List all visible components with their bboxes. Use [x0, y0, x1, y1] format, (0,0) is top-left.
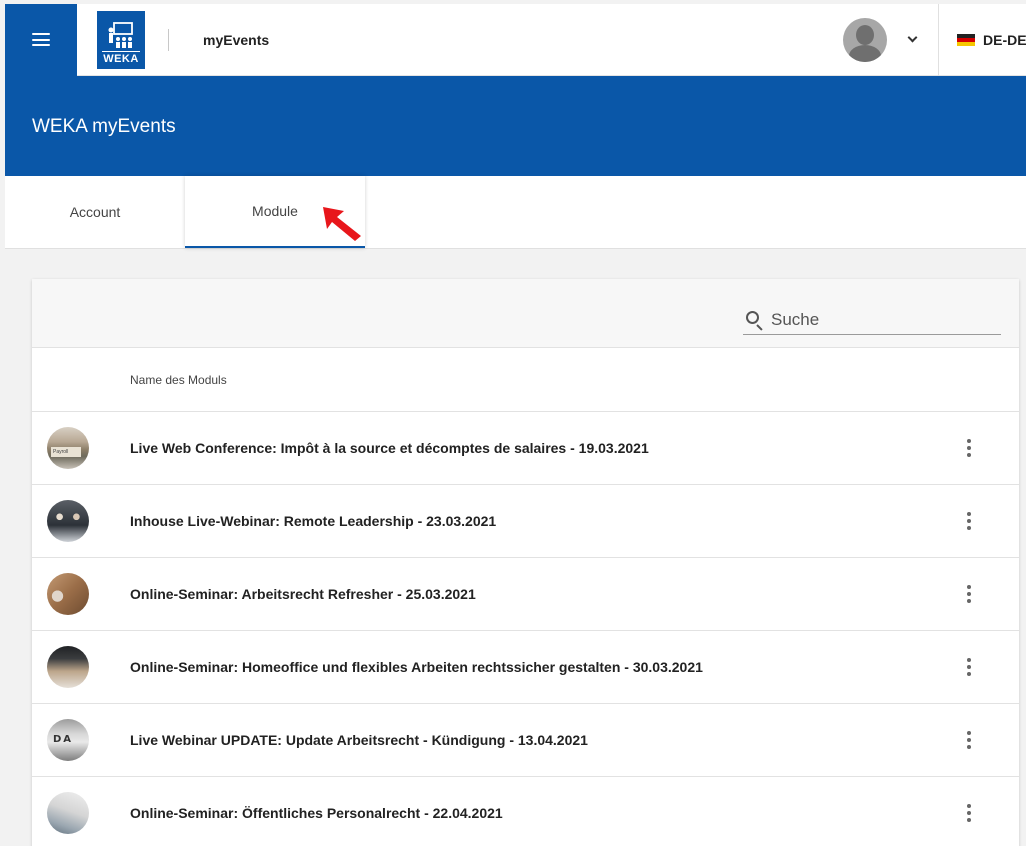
- module-title[interactable]: Live Web Conference: Impôt à la source e…: [130, 440, 649, 456]
- more-options-icon[interactable]: [963, 655, 975, 679]
- logo-text: WEKA: [102, 50, 140, 65]
- search-icon: [745, 310, 765, 331]
- module-thumbnail: [47, 792, 89, 834]
- module-thumbnail: [47, 646, 89, 688]
- tab-account[interactable]: Account: [5, 176, 185, 248]
- module-thumbnail: Payroll: [47, 427, 89, 469]
- chevron-down-icon[interactable]: [907, 32, 918, 43]
- table-row[interactable]: Online-Seminar: Arbeitsrecht Refresher -…: [32, 558, 1019, 631]
- table-row[interactable]: Inhouse Live-Webinar: Remote Leadership …: [32, 485, 1019, 558]
- thumbnail-caption: DA: [53, 734, 74, 745]
- page-banner: WEKA myEvents: [5, 76, 1026, 176]
- german-flag-icon: [957, 33, 975, 46]
- module-thumbnail: DA: [47, 719, 89, 761]
- more-options-icon[interactable]: [963, 801, 975, 825]
- thumbnail-caption: Payroll: [51, 447, 81, 457]
- module-thumbnail: [47, 573, 89, 615]
- more-options-icon[interactable]: [963, 436, 975, 460]
- table-row[interactable]: Online-Seminar: Öffentliches Personalrec…: [32, 777, 1019, 846]
- menu-icon: [32, 33, 50, 46]
- presentation-icon: [108, 21, 133, 48]
- language-label: DE-DE: [983, 31, 1026, 48]
- more-options-icon[interactable]: [963, 728, 975, 752]
- search-field[interactable]: [743, 305, 1001, 335]
- pointer-arrow-icon: [323, 207, 361, 241]
- module-thumbnail: [47, 500, 89, 542]
- more-options-icon[interactable]: [963, 582, 975, 606]
- card-toolbar: [32, 279, 1019, 348]
- modules-card: Name des Moduls Payroll Live Web Confere…: [32, 279, 1019, 846]
- column-header-module-name[interactable]: Name des Moduls: [32, 348, 1019, 412]
- module-title[interactable]: Online-Seminar: Homeoffice und flexibles…: [130, 659, 703, 675]
- search-input[interactable]: [771, 309, 991, 330]
- header-divider-right: [938, 3, 939, 76]
- page-title: WEKA myEvents: [32, 116, 176, 137]
- module-title[interactable]: Online-Seminar: Öffentliches Personalrec…: [130, 805, 503, 821]
- hamburger-menu-button[interactable]: [5, 3, 77, 76]
- language-selector[interactable]: DE-DE: [957, 32, 1026, 48]
- user-avatar[interactable]: [843, 17, 887, 62]
- more-options-icon[interactable]: [963, 509, 975, 533]
- table-row[interactable]: Online-Seminar: Homeoffice und flexibles…: [32, 631, 1019, 704]
- module-title[interactable]: Online-Seminar: Arbeitsrecht Refresher -…: [130, 586, 476, 602]
- table-row[interactable]: Payroll Live Web Conference: Impôt à la …: [32, 412, 1019, 485]
- table-row[interactable]: DA Live Webinar UPDATE: Update Arbeitsre…: [32, 704, 1019, 777]
- tab-bar: Account Module: [5, 176, 1026, 249]
- app-name: myEvents: [203, 31, 270, 48]
- weka-logo[interactable]: WEKA: [97, 10, 145, 69]
- module-title[interactable]: Inhouse Live-Webinar: Remote Leadership …: [130, 513, 496, 529]
- top-bar: WEKA myEvents DE-DE: [5, 3, 1026, 76]
- module-title[interactable]: Live Webinar UPDATE: Update Arbeitsrecht…: [130, 732, 588, 748]
- header-divider: [168, 28, 169, 51]
